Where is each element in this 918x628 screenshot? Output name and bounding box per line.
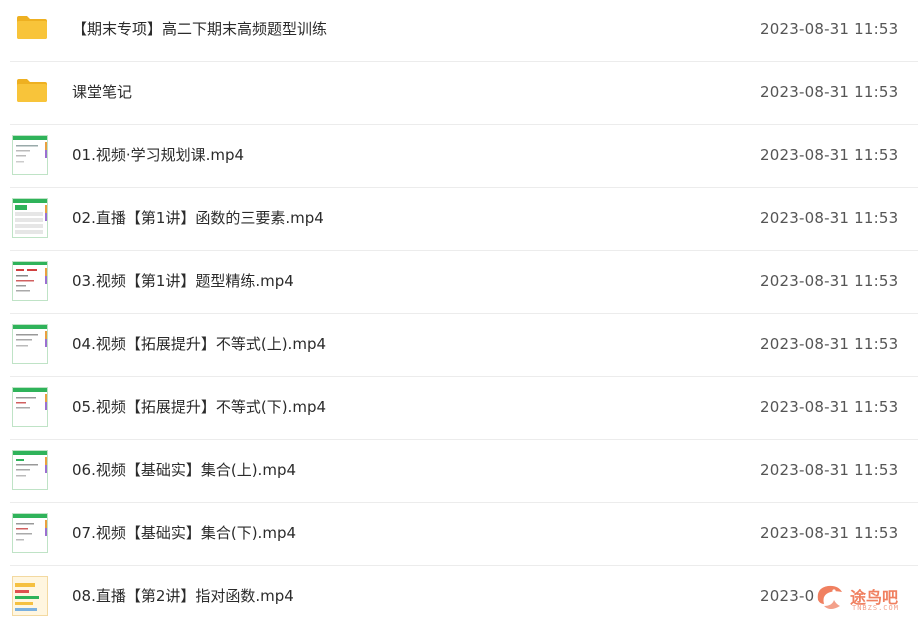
modified-date: 2023-08-31 11:53 [760,461,899,479]
file-name: 08.直播【第2讲】指对函数.mp4 [72,587,294,605]
video-thumbnail-icon [12,513,48,553]
video-thumbnail-icon [12,324,48,364]
file-name: 05.视频【拓展提升】不等式(下).mp4 [72,398,327,416]
modified-date: 2023-08-31 11:53 [760,272,899,290]
file-name: 04.视频【拓展提升】不等式(上).mp4 [72,335,327,353]
file-name: 07.视频【基础实】集合(下).mp4 [72,524,297,542]
modified-date: 2023-08-31 11:53 [760,335,899,353]
modified-date: 2023-0 [760,587,815,605]
list-item[interactable]: 02.直播【第1讲】函数的三要素.mp4 2023-08-31 11:53 [10,187,918,251]
list-item[interactable]: 06.视频【基础实】集合(上).mp4 2023-08-31 11:53 [10,439,918,503]
list-item[interactable]: 07.视频【基础实】集合(下).mp4 2023-08-31 11:53 [10,502,918,566]
video-thumbnail-icon [12,261,48,301]
list-item[interactable]: 【期末专项】高二下期末高频题型训练 2023-08-31 11:53 [10,0,918,62]
folder-icon [17,16,47,39]
file-name: 课堂笔记 [72,83,133,101]
modified-date: 2023-08-31 11:53 [760,524,899,542]
video-thumbnail-icon [12,387,48,427]
list-item[interactable]: 课堂笔记 2023-08-31 11:53 [10,61,918,125]
tuniaoba-logo-icon [817,585,842,609]
list-item[interactable]: 05.视频【拓展提升】不等式(下).mp4 2023-08-31 11:53 [10,376,918,440]
file-name: 06.视频【基础实】集合(上).mp4 [72,461,297,479]
list-item[interactable]: 04.视频【拓展提升】不等式(上).mp4 2023-08-31 11:53 [10,313,918,377]
folder-icon [17,79,47,102]
modified-date: 2023-08-31 11:53 [760,146,899,164]
watermark-subtext: TNBZS.COM [852,604,899,612]
modified-date: 2023-08-31 11:53 [760,20,899,38]
list-item[interactable]: 08.直播【第2讲】指对函数.mp4 2023-0 [10,565,918,628]
modified-date: 2023-08-31 11:53 [760,83,899,101]
video-thumbnail-icon [12,450,48,490]
list-item[interactable]: 03.视频【第1讲】题型精练.mp4 2023-08-31 11:53 [10,250,918,314]
list-item[interactable]: 01.视频·学习规划课.mp4 2023-08-31 11:53 [10,124,918,188]
file-name: 【期末专项】高二下期末高频题型训练 [72,20,328,38]
file-name: 01.视频·学习规划课.mp4 [72,146,245,164]
modified-date: 2023-08-31 11:53 [760,209,899,227]
site-watermark: 途鸟吧 TNBZS.COM [812,582,912,616]
video-thumbnail-icon [12,576,48,616]
file-name: 02.直播【第1讲】函数的三要素.mp4 [72,209,324,227]
file-list: 【期末专项】高二下期末高频题型训练 2023-08-31 11:53 课堂笔记 … [0,0,918,620]
video-thumbnail-icon [12,198,48,238]
file-name: 03.视频【第1讲】题型精练.mp4 [72,272,294,290]
modified-date: 2023-08-31 11:53 [760,398,899,416]
video-thumbnail-icon [12,135,48,175]
